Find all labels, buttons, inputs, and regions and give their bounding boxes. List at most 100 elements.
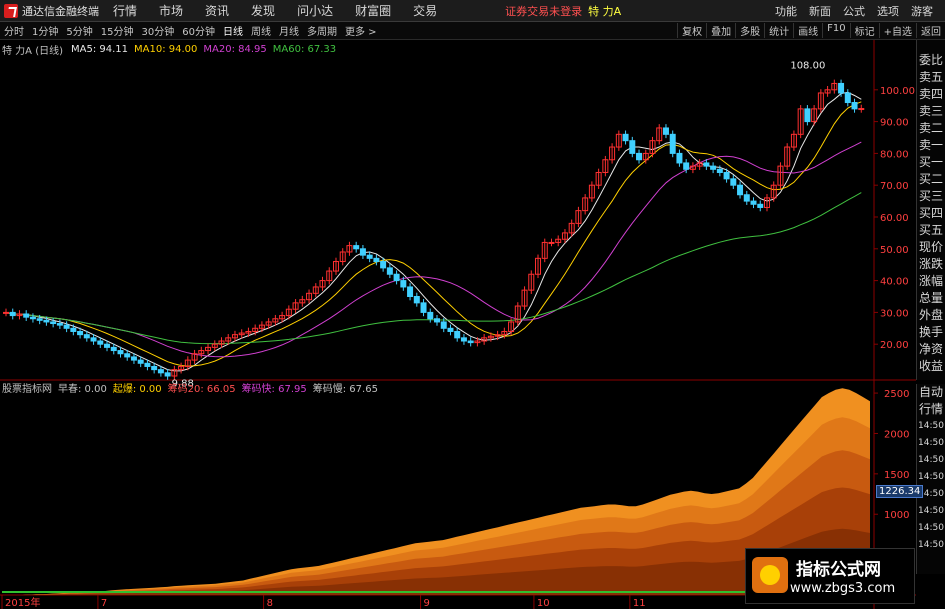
tool-multi-stock-button[interactable]: 多股 xyxy=(735,23,764,38)
price-tick-label: 60.00 xyxy=(880,213,909,224)
indicator-value: 筹码20: 66.05 xyxy=(167,383,236,395)
period-tab-timeshare[interactable]: 分时 xyxy=(4,23,24,38)
indicator-value: 筹码快: 67.95 xyxy=(241,383,307,395)
side-label[interactable]: 外盘 xyxy=(919,307,943,324)
side-label-2[interactable]: 自动 xyxy=(919,384,943,401)
side-label-2: 14:50 xyxy=(918,421,944,431)
menu-item-ask[interactable]: 问小达 xyxy=(297,2,333,19)
side-label[interactable]: 涨幅 xyxy=(919,273,943,290)
side-label[interactable]: 现价 xyxy=(919,239,943,256)
price-tick-label: 100.00 xyxy=(880,86,915,97)
tool-stats-button[interactable]: 统计 xyxy=(764,23,793,38)
ma5-line xyxy=(5,91,862,372)
indicator-name[interactable]: 股票指标网 xyxy=(2,380,52,395)
tool-add-watch-button[interactable]: +自选 xyxy=(878,23,916,38)
menu-formula[interactable]: 公式 xyxy=(843,3,865,19)
candle-body xyxy=(710,165,717,170)
candle-body xyxy=(420,302,427,313)
tick-side-panel: 自动 行情 14:50 14:50 14:50 14:50 14:50 14:5… xyxy=(916,384,945,574)
period-tab-multi[interactable]: 多周期 xyxy=(307,23,337,38)
side-label[interactable]: 卖一 xyxy=(919,137,943,154)
candle-body xyxy=(23,313,30,318)
tool-f10-button[interactable]: F10 xyxy=(822,23,849,38)
kline-chart[interactable]: 20.00 30.00 40.00 50.00 60.00 70.00 80.00 90.00… xyxy=(0,40,945,609)
period-tab-1min[interactable]: 1分钟 xyxy=(32,23,58,38)
side-label[interactable]: 买三 xyxy=(919,188,943,205)
period-tab-15min[interactable]: 15分钟 xyxy=(101,23,134,38)
candle-body xyxy=(63,324,70,329)
candle-body xyxy=(723,171,730,180)
menu-item-trade[interactable]: 交易 xyxy=(413,2,437,19)
menu-function[interactable]: 功能 xyxy=(775,3,797,19)
period-tab-5min[interactable]: 5分钟 xyxy=(66,23,92,38)
side-label[interactable]: 委比 xyxy=(919,52,943,69)
side-label[interactable]: 涨跌 xyxy=(919,256,943,273)
toolbar-right: 复权 叠加 多股 统计 画线 F10 标记 +自选 返回 xyxy=(677,23,945,38)
trade-login-notice[interactable]: 证券交易未登录 xyxy=(505,3,582,19)
side-label[interactable]: 买二 xyxy=(919,171,943,188)
side-label[interactable]: 买四 xyxy=(919,205,943,222)
menu-item-market[interactable]: 市场 xyxy=(159,2,183,19)
tool-mark-button[interactable]: 标记 xyxy=(849,23,879,38)
menu-item-news[interactable]: 资讯 xyxy=(205,2,229,19)
price-tick-label: 50.00 xyxy=(880,245,909,256)
guest-label[interactable]: 游客 xyxy=(911,3,933,19)
period-tab-60min[interactable]: 60分钟 xyxy=(182,23,215,38)
candle-body xyxy=(9,311,16,317)
date-label: 11 xyxy=(633,598,646,609)
tool-draw-button[interactable]: 画线 xyxy=(793,23,822,38)
side-label[interactable]: 收益 xyxy=(919,358,943,375)
side-label-2[interactable]: 行情 xyxy=(919,401,943,418)
period-tab-more[interactable]: 更多 > xyxy=(345,23,377,38)
candle-body xyxy=(636,152,643,161)
side-label[interactable]: 买一 xyxy=(919,154,943,171)
menu-item-discover[interactable]: 发现 xyxy=(251,2,275,19)
candle-body xyxy=(460,337,467,342)
period-tab-weekly[interactable]: 周线 xyxy=(251,23,271,38)
candle-body xyxy=(157,369,164,374)
side-label[interactable]: 卖五 xyxy=(919,69,943,86)
side-label[interactable]: 卖四 xyxy=(919,86,943,103)
period-tab-daily[interactable]: 日线 xyxy=(223,23,243,38)
indicator-value: 早春: 0.00 xyxy=(58,383,107,395)
app-title: 通达信金融终端 xyxy=(22,4,99,18)
candle-body xyxy=(373,257,380,263)
ma60-line xyxy=(5,192,862,345)
menu-item-wealth[interactable]: 财富圈 xyxy=(355,2,391,19)
candle-body xyxy=(124,353,131,358)
current-stock-name: 特 力A xyxy=(588,4,622,18)
menu-bar: 通达信金融终端 行情 市场 资讯 发现 问小达 财富圈 交易 证券交易未登录 特… xyxy=(0,0,945,22)
menu-new-layout[interactable]: 新面 xyxy=(809,3,831,19)
menu-item-quotes[interactable]: 行情 xyxy=(113,2,137,19)
candle-body xyxy=(676,152,683,164)
candle-body xyxy=(454,330,461,339)
candle-body xyxy=(757,203,764,208)
indicator-legend: 股票指标网 早春: 0.00 起爆: 0.00 筹码20: 66.05 筹码快:… xyxy=(2,380,384,395)
period-tab-monthly[interactable]: 月线 xyxy=(279,23,299,38)
watermark: 指标公式网 www.zbgs3.com xyxy=(745,548,915,604)
current-value-tag: 1226.34 xyxy=(876,485,924,498)
period-tab-30min[interactable]: 30分钟 xyxy=(141,23,174,38)
side-label[interactable]: 换手 xyxy=(919,324,943,341)
candle-body xyxy=(467,340,474,344)
ma10-value: MA10: 94.00 xyxy=(134,43,198,55)
candle-body xyxy=(90,337,97,342)
side-label[interactable]: 总量 xyxy=(919,290,943,307)
candle-body xyxy=(622,133,629,142)
tool-adjust-button[interactable]: 复权 xyxy=(677,23,706,38)
candle-body xyxy=(804,108,811,123)
candle-body xyxy=(359,248,366,256)
side-label[interactable]: 卖二 xyxy=(919,120,943,137)
candle-body xyxy=(629,140,636,154)
side-label[interactable]: 净资 xyxy=(919,341,943,358)
side-label[interactable]: 买五 xyxy=(919,222,943,239)
candle-body xyxy=(386,267,393,275)
tool-back-button[interactable]: 返回 xyxy=(916,23,945,38)
menu-options[interactable]: 选项 xyxy=(877,3,899,19)
side-label[interactable]: 卖三 xyxy=(919,103,943,120)
indicator-tick-label: 1500 xyxy=(884,470,909,481)
indicator-tick-label: 2500 xyxy=(884,389,909,400)
watermark-title: 指标公式网 xyxy=(796,560,881,580)
candle-body xyxy=(43,319,50,323)
tool-overlay-button[interactable]: 叠加 xyxy=(706,23,735,38)
